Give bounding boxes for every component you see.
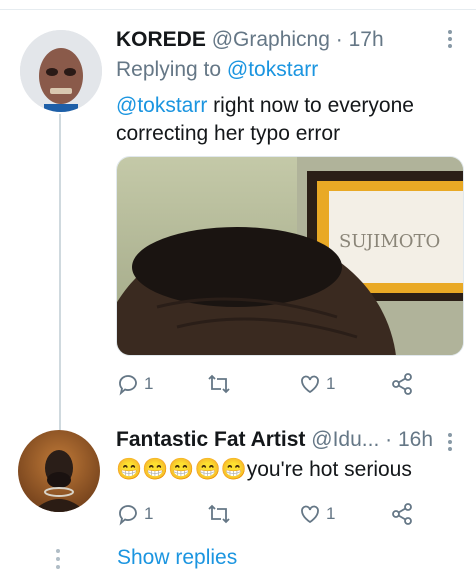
sign-text: SUJIMOTO [339,231,440,252]
photo-illustration: SUJIMOTO [117,157,463,355]
retweet-icon [208,504,230,524]
thread-line [59,114,61,430]
display-name[interactable]: KOREDE [116,28,206,51]
tweet-media-image[interactable]: SUJIMOTO [116,156,464,356]
like-count: 1 [326,374,336,393]
reply-count-2: 1 [144,504,154,523]
username-2[interactable]: @Idu... [311,428,379,451]
reply-button[interactable]: 1 [116,372,206,396]
tweet-actions: 1 1 [116,372,414,396]
separator: · [335,28,343,51]
share-icon [392,373,412,395]
top-divider [0,9,476,10]
tweet-text: @tokstarr right now to everyone correcti… [116,92,414,148]
tweet-header: KOREDE @Graphicng · 17h [116,28,384,52]
artist-avatar-image [18,430,100,512]
show-replies-link[interactable]: Show replies [117,546,237,570]
avatar-korede[interactable] [20,30,102,112]
reply-count: 1 [144,374,154,393]
replying-to: Replying to @tokstarr [116,58,318,82]
reply-icon [119,375,137,396]
more-options-button[interactable] [448,30,452,48]
tweet-text-2-body: you're hot serious [246,458,412,481]
timestamp-2[interactable]: 16h [398,428,433,451]
retweet-icon [208,374,230,394]
more-icon [448,30,452,48]
retweet-button[interactable] [206,372,298,396]
thread-continuation-dots [56,549,60,569]
like-button[interactable]: 1 [298,372,390,396]
more-options-button-2[interactable] [448,433,452,451]
reply-button-2[interactable]: 1 [116,502,206,526]
username[interactable]: @Graphicng [212,28,330,51]
like-button-2[interactable]: 1 [298,502,390,526]
tweet-actions-2: 1 1 [116,502,414,526]
separator-2: · [385,428,393,451]
replying-to-label: Replying to [116,58,222,81]
heart-icon [301,375,319,394]
tweet-text-line2: correcting her typo error [116,122,341,145]
tweet-text-line1: right now to everyone [207,94,414,117]
more-icon [448,433,452,451]
share-icon [392,503,412,525]
timestamp[interactable]: 17h [349,28,384,51]
share-button-2[interactable] [390,502,414,526]
like-count-2: 1 [326,504,336,523]
share-button[interactable] [390,372,414,396]
reply-icon [119,505,137,526]
display-name-2[interactable]: Fantastic Fat Artist [116,428,305,451]
retweet-button-2[interactable] [206,502,298,526]
heart-icon [301,505,319,524]
mention-link[interactable]: @tokstarr [116,94,207,117]
emoji-grinning: 😁😁😁😁😁 [116,458,247,481]
avatar-fantastic-fat-artist[interactable] [18,430,100,512]
tweet-text-2: 😁😁😁😁😁you're hot serious [116,456,412,484]
zombie-avatar-image [20,30,102,112]
replying-to-handle-link[interactable]: @tokstarr [227,58,318,81]
tweet-header-2: Fantastic Fat Artist @Idu... · 16h [116,428,433,452]
